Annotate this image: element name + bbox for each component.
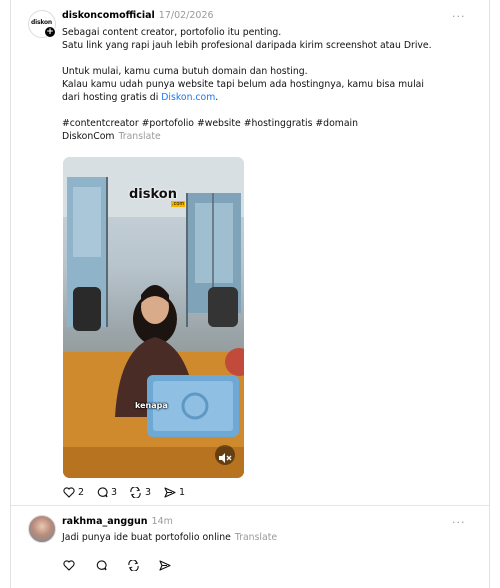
like-button[interactable]: 2 — [63, 487, 84, 498]
reply-like-button[interactable] — [63, 560, 78, 571]
post-date: 17/02/2026 — [158, 10, 214, 21]
reply-more-options-button[interactable]: ... — [452, 513, 466, 526]
follow-plus-icon[interactable]: + — [44, 26, 56, 38]
avatar-logo: diskon — [31, 19, 52, 26]
post-text-line-2: Satu link yang rapi jauh lebih profesion… — [62, 40, 432, 51]
share-count: 1 — [179, 487, 186, 498]
heart-icon — [63, 487, 75, 498]
reply-post: rakhma_anggun 14m ... Jadi punya ide buat… — [11, 506, 489, 588]
signature: DiskonCom — [62, 131, 115, 142]
reply-avatar[interactable] — [28, 515, 56, 543]
reply-translate-button[interactable]: Translate — [235, 532, 277, 543]
comment-icon — [97, 487, 108, 498]
post-header: diskoncomofficial 17/02/2026 — [62, 10, 214, 21]
speaker-muted-icon[interactable] — [218, 449, 232, 463]
reply-comment-button[interactable] — [95, 560, 110, 571]
post-text-line-5: dari hosting gratis di Diskon.com. — [62, 92, 218, 105]
heart-icon — [63, 560, 75, 571]
post-text-line-1: Sebagai content creator, portofolio itu … — [62, 27, 282, 38]
reply-header: rakhma_anggun 14m — [62, 516, 173, 527]
like-count: 2 — [78, 487, 85, 498]
comment-count: 3 — [111, 487, 118, 498]
post-text-line-3: Untuk mulai, kamu cuma butuh domain dan … — [62, 66, 308, 77]
repost-icon — [128, 560, 139, 571]
repost-button[interactable]: 3 — [129, 487, 151, 498]
comment-button[interactable]: 3 — [96, 487, 117, 498]
repost-icon — [130, 487, 141, 498]
reply-time: 14m — [151, 516, 173, 527]
username[interactable]: diskoncomofficial — [62, 10, 155, 21]
video-watermark: diskon — [129, 187, 177, 202]
send-icon — [164, 487, 176, 498]
post-text-line-5-prefix: dari hosting gratis di — [62, 92, 162, 103]
reply-repost-button[interactable] — [127, 560, 143, 571]
signature-line: DiskonCom Translate — [62, 131, 161, 144]
diskon-link[interactable]: Diskon.com — [161, 92, 215, 103]
main-post: diskon + diskoncomofficial 17/02/2026 ...… — [11, 0, 489, 505]
feed-frame: diskon + diskoncomofficial 17/02/2026 ...… — [10, 0, 490, 588]
translate-button[interactable]: Translate — [118, 131, 160, 142]
video-caption: kenapa — [135, 401, 168, 410]
video-frame-illustration — [63, 157, 244, 478]
comment-icon — [96, 560, 107, 571]
reply-username[interactable]: rakhma_anggun — [62, 516, 148, 527]
post-text-line-4: Kalau kamu udah punya website tapi belum… — [62, 79, 424, 90]
reply-text-line: Jadi punya ide buat portofolio online Tra… — [62, 532, 277, 545]
share-button[interactable]: 1 — [164, 487, 185, 498]
link-suffix: . — [215, 92, 219, 103]
repost-count: 3 — [145, 487, 152, 498]
video-watermark-sub: .com — [171, 201, 186, 207]
hashtags[interactable]: #contentcreator #portofolio #website #ho… — [62, 118, 358, 131]
reply-text: Jadi punya ide buat portofolio online — [62, 532, 231, 543]
send-icon — [159, 560, 171, 571]
post-video[interactable]: diskon .com kenapa — [63, 157, 244, 478]
reply-share-button[interactable] — [159, 560, 174, 571]
more-options-button[interactable]: ... — [452, 7, 466, 20]
